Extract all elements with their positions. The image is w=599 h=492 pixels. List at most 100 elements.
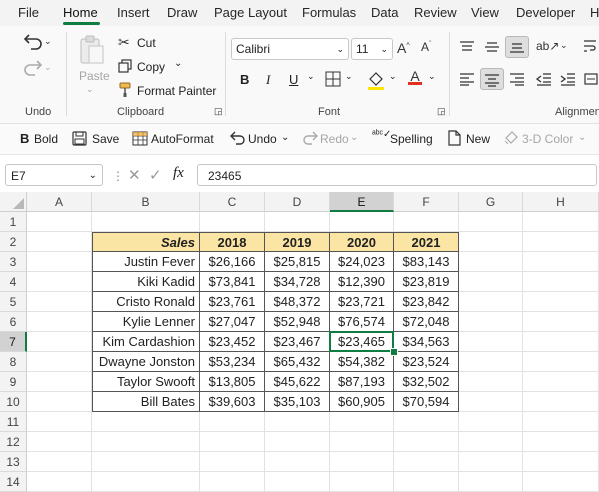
cell-g7[interactable] <box>459 332 523 352</box>
cell-h2[interactable] <box>523 232 599 252</box>
table-cell-value[interactable]: $60,905 <box>330 392 394 412</box>
cell-a3[interactable] <box>27 252 92 272</box>
table-cell-value[interactable]: $32,502 <box>394 372 459 392</box>
cell-c12[interactable] <box>200 432 265 452</box>
cell-a11[interactable] <box>27 412 92 432</box>
cell-g11[interactable] <box>459 412 523 432</box>
row-header-2[interactable]: 2 <box>0 232 27 252</box>
cell-c14[interactable] <box>200 472 265 492</box>
table-cell-value[interactable]: $35,103 <box>265 392 330 412</box>
table-cell-value[interactable]: $23,452 <box>200 332 265 352</box>
align-bottom-icon[interactable] <box>505 36 529 58</box>
table-cell-value[interactable]: $72,048 <box>394 312 459 332</box>
table-cell-value[interactable]: $48,372 <box>265 292 330 312</box>
cell-g5[interactable] <box>459 292 523 312</box>
format-painter-button[interactable]: Format Painter <box>137 84 216 98</box>
row-header-4[interactable]: 4 <box>0 272 27 292</box>
insert-function-icon[interactable]: fx <box>173 165 184 182</box>
cell-b13[interactable] <box>92 452 200 472</box>
qat-undo-button[interactable]: Undo <box>248 132 277 146</box>
cell-h9[interactable] <box>523 372 599 392</box>
cell-e12[interactable] <box>330 432 394 452</box>
table-cell-value[interactable]: $24,023 <box>330 252 394 272</box>
table-cell-value[interactable]: $23,842 <box>394 292 459 312</box>
row-header-8[interactable]: 8 <box>0 352 27 372</box>
cell-h8[interactable] <box>523 352 599 372</box>
row-header-3[interactable]: 3 <box>0 252 27 272</box>
align-top-icon[interactable] <box>459 40 475 54</box>
cell-g3[interactable] <box>459 252 523 272</box>
tab-view[interactable]: View <box>471 5 499 20</box>
cell-a1[interactable] <box>27 212 92 232</box>
cancel-icon[interactable]: ✕ <box>128 166 141 184</box>
table-cell-value[interactable]: $34,563 <box>394 332 459 352</box>
cell-g12[interactable] <box>459 432 523 452</box>
cell-h7[interactable] <box>523 332 599 352</box>
table-row-name[interactable]: Cristo Ronald <box>92 292 200 312</box>
table-cell-value[interactable]: $26,166 <box>200 252 265 272</box>
cell-a9[interactable] <box>27 372 92 392</box>
undo-dropdown-icon[interactable]: ⌄ <box>44 36 52 47</box>
table-row-name[interactable]: Taylor Swooft <box>92 372 200 392</box>
cell-b12[interactable] <box>92 432 200 452</box>
column-header-f[interactable]: F <box>394 192 459 212</box>
qat-save-button[interactable]: Save <box>92 132 119 146</box>
table-row-name[interactable]: Bill Bates <box>92 392 200 412</box>
copy-dropdown-icon[interactable]: ⌄ <box>174 58 182 69</box>
qat-spelling-button[interactable]: Spelling <box>390 132 433 146</box>
bold-button[interactable]: B <box>240 72 249 87</box>
table-row-name[interactable]: Dwayne Jonston <box>92 352 200 372</box>
cell-h1[interactable] <box>523 212 599 232</box>
cell-h6[interactable] <box>523 312 599 332</box>
cell-h11[interactable] <box>523 412 599 432</box>
name-box[interactable]: E7 ⌄ <box>5 164 103 186</box>
table-cell-value[interactable]: $23,761 <box>200 292 265 312</box>
increase-indent-icon[interactable] <box>560 72 576 86</box>
table-cell-value[interactable]: $76,574 <box>330 312 394 332</box>
wrap-text-icon[interactable] <box>583 38 597 54</box>
cell-e1[interactable] <box>330 212 394 232</box>
paste-icon[interactable] <box>78 34 106 66</box>
row-header-7[interactable]: 7 <box>0 332 27 352</box>
table-cell-value[interactable]: $39,603 <box>200 392 265 412</box>
table-cell-value[interactable]: $12,390 <box>330 272 394 292</box>
table-header-year[interactable]: 2018 <box>200 232 265 252</box>
cell-d1[interactable] <box>265 212 330 232</box>
table-header-year[interactable]: 2019 <box>265 232 330 252</box>
row-header-14[interactable]: 14 <box>0 472 27 492</box>
table-cell-value[interactable]: $83,143 <box>394 252 459 272</box>
cell-h10[interactable] <box>523 392 599 412</box>
cell-h13[interactable] <box>523 452 599 472</box>
table-row-name[interactable]: Justin Fever <box>92 252 200 272</box>
cell-c1[interactable] <box>200 212 265 232</box>
underline-button[interactable]: U <box>289 72 298 87</box>
orientation-dropdown-icon[interactable]: ⌄ <box>560 40 568 51</box>
column-header-d[interactable]: D <box>265 192 330 212</box>
cell-a5[interactable] <box>27 292 92 312</box>
column-header-c[interactable]: C <box>200 192 265 212</box>
align-right-icon[interactable] <box>509 72 525 86</box>
table-header-year[interactable]: 2021 <box>394 232 459 252</box>
row-header-9[interactable]: 9 <box>0 372 27 392</box>
increase-font-size-icon[interactable]: A^ <box>397 40 410 56</box>
tab-data[interactable]: Data <box>371 5 398 20</box>
fill-handle[interactable] <box>390 348 398 356</box>
cell-g4[interactable] <box>459 272 523 292</box>
cell-e14[interactable] <box>330 472 394 492</box>
row-header-6[interactable]: 6 <box>0 312 27 332</box>
cell-f11[interactable] <box>394 412 459 432</box>
borders-dropdown-icon[interactable]: ⌄ <box>345 71 353 82</box>
table-cell-value[interactable]: $23,721 <box>330 292 394 312</box>
paste-button[interactable]: Paste <box>79 69 110 83</box>
table-row-name[interactable]: Kiki Kadid <box>92 272 200 292</box>
table-cell-value[interactable]: $52,948 <box>265 312 330 332</box>
cell-a2[interactable] <box>27 232 92 252</box>
tab-insert[interactable]: Insert <box>117 5 150 20</box>
row-header-5[interactable]: 5 <box>0 292 27 312</box>
table-cell-value[interactable]: $53,234 <box>200 352 265 372</box>
align-center-icon[interactable] <box>480 68 504 90</box>
cell-e11[interactable] <box>330 412 394 432</box>
cell-f12[interactable] <box>394 432 459 452</box>
cell-c11[interactable] <box>200 412 265 432</box>
qat-bold-button[interactable]: Bold <box>34 132 58 146</box>
